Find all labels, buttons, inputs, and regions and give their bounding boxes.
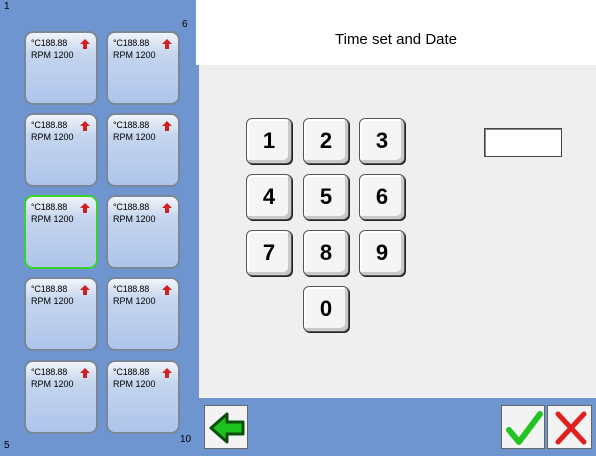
station-rpm: RPM 1200 xyxy=(31,50,74,60)
up-arrow-icon xyxy=(162,39,172,49)
up-arrow-icon xyxy=(80,285,90,295)
cancel-button[interactable] xyxy=(547,405,592,449)
station-index-bottom-right: 10 xyxy=(180,434,192,445)
station-temperature: °C188.88 xyxy=(31,38,68,48)
station-rpm: RPM 1200 xyxy=(113,132,156,142)
station-tile[interactable]: °C188.88 RPM 1200 xyxy=(24,31,98,105)
station-temperature: °C188.88 xyxy=(31,284,68,294)
key-5[interactable]: 5 xyxy=(303,174,349,220)
key-2[interactable]: 2 xyxy=(303,118,349,164)
key-3[interactable]: 3 xyxy=(359,118,405,164)
key-8[interactable]: 8 xyxy=(303,230,349,276)
station-rpm: RPM 1200 xyxy=(113,214,156,224)
key-6[interactable]: 6 xyxy=(359,174,405,220)
up-arrow-icon xyxy=(80,39,90,49)
app-window: 1 6 5 10 °C188.88 RPM 1200 °C188.88 RPM 120… xyxy=(0,0,596,456)
up-arrow-icon xyxy=(162,285,172,295)
station-temperature: °C188.88 xyxy=(31,367,68,377)
key-0[interactable]: 0 xyxy=(303,286,349,332)
key-1[interactable]: 1 xyxy=(246,118,292,164)
station-tile[interactable]: °C188.88 RPM 1200 xyxy=(24,195,98,269)
key-7[interactable]: 7 xyxy=(246,230,292,276)
station-index-top-right: 6 xyxy=(182,19,188,30)
station-tile[interactable]: °C188.88 RPM 1200 xyxy=(24,360,98,434)
station-temperature: °C188.88 xyxy=(113,120,150,130)
station-rpm: RPM 1200 xyxy=(113,379,156,389)
bottom-toolbar xyxy=(196,398,596,456)
station-index-bottom-left: 5 xyxy=(4,440,10,451)
station-tile[interactable]: °C188.88 RPM 1200 xyxy=(24,113,98,187)
keypad-panel: 123 456 7890 xyxy=(196,65,596,398)
station-tile[interactable]: °C188.88 RPM 1200 xyxy=(24,277,98,351)
up-arrow-icon xyxy=(162,121,172,131)
red-x-icon xyxy=(555,411,587,445)
station-rpm: RPM 1200 xyxy=(31,214,74,224)
green-checkmark-icon xyxy=(506,411,543,445)
station-rpm: RPM 1200 xyxy=(31,379,74,389)
station-rpm: RPM 1200 xyxy=(31,132,74,142)
station-temperature: °C188.88 xyxy=(31,120,68,130)
station-rpm: RPM 1200 xyxy=(31,296,74,306)
key-4[interactable]: 4 xyxy=(246,174,292,220)
station-tile[interactable]: °C188.88 RPM 1200 xyxy=(106,113,180,187)
station-temperature: °C188.88 xyxy=(113,38,150,48)
page-title: Time set and Date xyxy=(196,0,596,65)
up-arrow-icon xyxy=(80,368,90,378)
station-tile[interactable]: °C188.88 RPM 1200 xyxy=(106,277,180,351)
station-grid: 1 6 5 10 °C188.88 RPM 1200 °C188.88 RPM 120… xyxy=(0,0,196,456)
station-index-top-left: 1 xyxy=(4,1,10,12)
station-tile[interactable]: °C188.88 RPM 1200 xyxy=(106,31,180,105)
value-input[interactable] xyxy=(484,128,562,157)
up-arrow-icon xyxy=(80,121,90,131)
up-arrow-icon xyxy=(162,368,172,378)
station-rpm: RPM 1200 xyxy=(113,296,156,306)
green-left-arrow-icon xyxy=(209,412,245,444)
key-9[interactable]: 9 xyxy=(359,230,405,276)
station-tile[interactable]: °C188.88 RPM 1200 xyxy=(106,360,180,434)
station-temperature: °C188.88 xyxy=(31,202,68,212)
station-tile[interactable]: °C188.88 RPM 1200 xyxy=(106,195,180,269)
ok-button[interactable] xyxy=(501,405,545,449)
station-temperature: °C188.88 xyxy=(113,284,150,294)
up-arrow-icon xyxy=(80,203,90,213)
back-button[interactable] xyxy=(204,405,248,449)
station-temperature: °C188.88 xyxy=(113,367,150,377)
station-temperature: °C188.88 xyxy=(113,202,150,212)
station-rpm: RPM 1200 xyxy=(113,50,156,60)
up-arrow-icon xyxy=(162,203,172,213)
